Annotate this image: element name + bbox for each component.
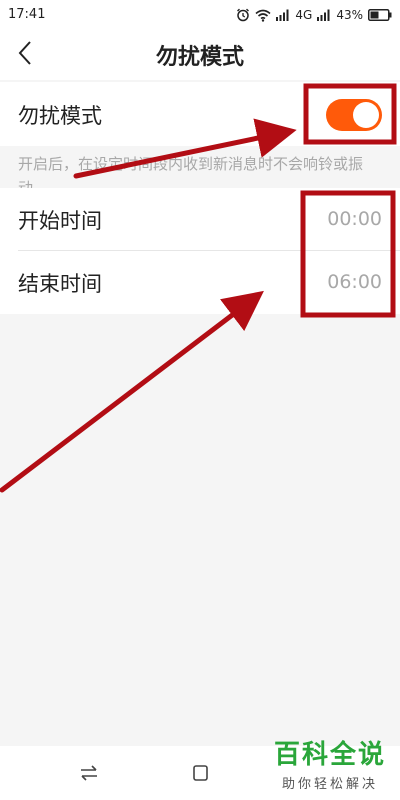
start-time-value: 00:00 (327, 208, 382, 230)
dnd-toggle[interactable] (326, 99, 382, 131)
schedule-group: 开始时间 00:00 结束时间 06:00 (0, 188, 400, 314)
dnd-description: 开启后，在设定时间段内收到新消息时不会响铃或振动。 (18, 155, 364, 188)
wifi-icon (255, 9, 271, 22)
start-time-label: 开始时间 (18, 209, 102, 233)
app-bar: 勿扰模式 (0, 30, 400, 80)
end-time-row[interactable]: 结束时间 06:00 (0, 251, 400, 314)
swap-arrows-icon[interactable] (78, 762, 100, 784)
status-icons: 4G 43% (236, 5, 392, 25)
toggle-knob (353, 102, 379, 128)
watermark-subtitle: 助你轻松解决 (281, 777, 378, 792)
status-bar: 17:41 4G 43% (0, 0, 400, 30)
signal-icon-secondary (317, 9, 331, 21)
battery-percent: 43% (336, 8, 363, 22)
start-time-row[interactable]: 开始时间 00:00 (0, 188, 400, 251)
alarm-icon (236, 8, 250, 22)
end-time-value: 06:00 (327, 271, 382, 293)
end-time-label: 结束时间 (18, 272, 102, 296)
arrow-to-times (0, 290, 264, 493)
page-title: 勿扰模式 (155, 45, 244, 70)
signal-icon (276, 9, 290, 21)
square-icon[interactable] (190, 762, 212, 784)
watermark: 百科全说 助你轻松解决 (268, 734, 392, 792)
network-type: 4G (295, 8, 313, 22)
battery-icon (368, 9, 392, 21)
dnd-label: 勿扰模式 (18, 104, 102, 128)
status-time: 17:41 (8, 7, 46, 22)
watermark-title: 百科全说 (273, 740, 386, 770)
